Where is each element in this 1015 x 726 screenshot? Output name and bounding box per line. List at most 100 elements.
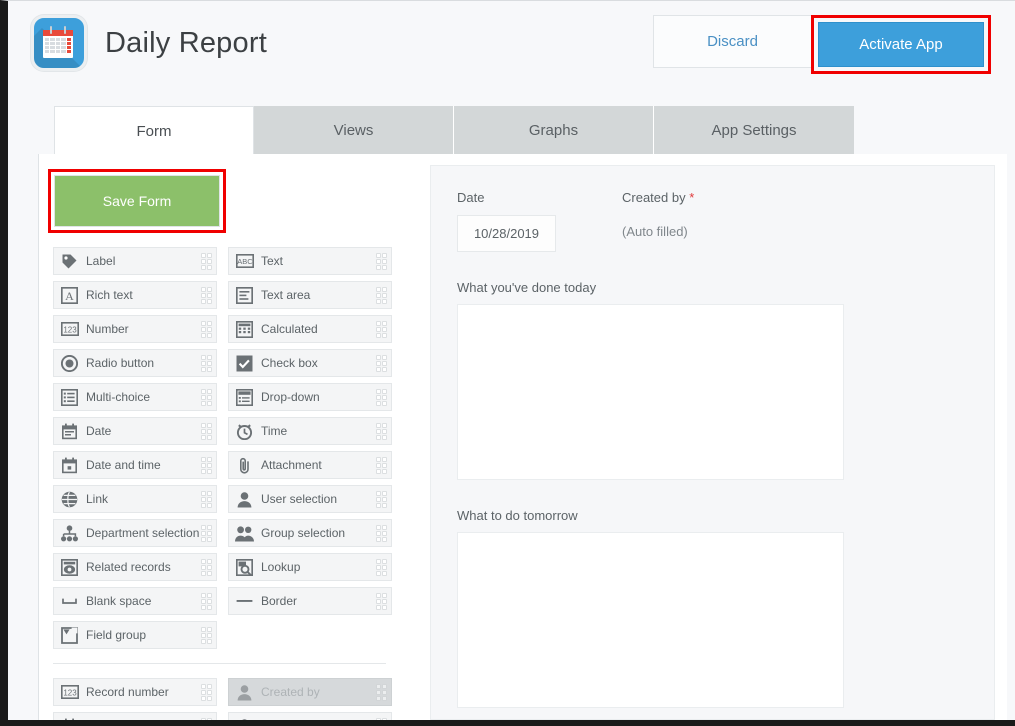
tab-app-settings[interactable]: App Settings [654, 106, 854, 154]
done-today-textarea[interactable] [457, 304, 844, 480]
drag-handle-icon[interactable] [374, 252, 387, 270]
drag-handle-icon[interactable] [374, 422, 387, 440]
tab-views[interactable]: Views [254, 106, 454, 154]
system-field-list: 123Record numberCreated byCreated dateti… [39, 678, 400, 726]
palette-field-label[interactable]: Label [53, 247, 217, 275]
palette-field-rich-text[interactable]: A Rich text [53, 281, 217, 309]
radio-icon [60, 354, 79, 373]
palette-field-date-and-time[interactable]: Date and time [53, 451, 217, 479]
drag-handle-icon[interactable] [374, 320, 387, 338]
drag-handle-icon[interactable] [374, 354, 387, 372]
palette-field-label: Rich text [86, 288, 199, 302]
letter-a-icon: A [60, 286, 79, 305]
discard-button[interactable]: Discard [653, 15, 812, 68]
drag-handle-icon[interactable] [199, 320, 212, 338]
dropdown-icon [235, 388, 254, 407]
palette-field-link[interactable]: Link [53, 485, 217, 513]
app-window: Daily Report Discard Activate App Form V… [0, 0, 1015, 726]
palette-field-label: Blank space [86, 594, 199, 608]
palette-field-related-records[interactable]: Related records [53, 553, 217, 581]
palette-field-check-box[interactable]: Check box [228, 349, 392, 377]
drag-handle-icon[interactable] [374, 717, 387, 726]
palette-field-updated-by[interactable]: Updated by [228, 712, 392, 726]
drag-handle-icon[interactable] [374, 286, 387, 304]
drag-handle-icon[interactable] [199, 558, 212, 576]
svg-text:ABC: ABC [237, 257, 253, 266]
created-by-value: (Auto filled) [622, 215, 694, 239]
drag-handle-icon[interactable] [374, 558, 387, 576]
save-form-button[interactable]: Save Form [54, 175, 220, 227]
eye-record-icon [60, 558, 79, 577]
palette-field-department-selection[interactable]: Department selection [53, 519, 217, 547]
list-icon [60, 388, 79, 407]
palette-field-label: Label [86, 254, 199, 268]
palette-field-group-selection[interactable]: Group selection [228, 519, 392, 547]
palette-field-field-group[interactable]: Field group [53, 621, 217, 649]
drag-handle-icon[interactable] [199, 626, 212, 644]
palette-field-label: Created datetime [86, 719, 199, 726]
palette-field-blank-space[interactable]: Blank space [53, 587, 217, 615]
drag-handle-icon[interactable] [199, 422, 212, 440]
clock-icon [235, 422, 254, 441]
palette-field-number[interactable]: 123Number [53, 315, 217, 343]
calendar-icon [60, 422, 79, 441]
horizontal-line-icon [235, 592, 254, 611]
svg-text:A: A [65, 289, 74, 303]
calendar-dot-icon [60, 717, 79, 726]
tomorrow-textarea[interactable] [457, 532, 844, 708]
drag-handle-icon[interactable] [199, 490, 212, 508]
palette-field-record-number[interactable]: 123Record number [53, 678, 217, 706]
drag-handle-icon[interactable] [374, 456, 387, 474]
svg-text:123: 123 [63, 325, 77, 334]
palette-field-lookup[interactable]: Lookup [228, 553, 392, 581]
drag-handle-icon[interactable] [199, 592, 212, 610]
palette-field-text[interactable]: ABCText [228, 247, 392, 275]
date-input[interactable]: 10/28/2019 [457, 215, 556, 252]
palette-field-calculated[interactable]: Calculated [228, 315, 392, 343]
drag-handle-icon[interactable] [374, 683, 387, 701]
drag-handle-icon[interactable] [199, 286, 212, 304]
drag-handle-icon[interactable] [199, 524, 212, 542]
tab-graphs[interactable]: Graphs [454, 106, 654, 154]
activate-app-button[interactable]: Activate App [818, 22, 984, 67]
drag-handle-icon[interactable] [374, 592, 387, 610]
palette-field-user-selection[interactable]: User selection [228, 485, 392, 513]
drag-handle-icon[interactable] [199, 683, 212, 701]
calendar-app-icon [31, 15, 87, 71]
palette-field-label: Multi-choice [86, 390, 199, 404]
palette-field-drop-down[interactable]: Drop-down [228, 383, 392, 411]
tab-form[interactable]: Form [54, 106, 254, 155]
palette-field-date[interactable]: Date [53, 417, 217, 445]
lines-icon [235, 286, 254, 305]
drag-handle-icon[interactable] [199, 456, 212, 474]
palette-field-label: Date [86, 424, 199, 438]
palette-field-label: Text area [261, 288, 374, 302]
drag-handle-icon[interactable] [199, 717, 212, 726]
drag-handle-icon[interactable] [199, 354, 212, 372]
drag-handle-icon[interactable] [199, 388, 212, 406]
drag-handle-icon[interactable] [374, 490, 387, 508]
palette-field-border[interactable]: Border [228, 587, 392, 615]
required-asterisk: * [689, 190, 694, 205]
palette-field-label: Attachment [261, 458, 374, 472]
palette-field-label: Record number [86, 685, 199, 699]
palette-field-time[interactable]: Time [228, 417, 392, 445]
drag-handle-icon[interactable] [374, 388, 387, 406]
created-by-label-text: Created by [622, 190, 686, 205]
palette-field-created-datetime[interactable]: Created datetime [53, 712, 217, 726]
org-chart-icon [60, 524, 79, 543]
calculator-icon [235, 320, 254, 339]
drag-handle-icon[interactable] [199, 252, 212, 270]
palette-field-label: Group selection [261, 526, 374, 540]
magnifier-box-icon [235, 558, 254, 577]
drag-handle-icon[interactable] [374, 524, 387, 542]
user-icon [235, 717, 254, 726]
palette-field-attachment[interactable]: Attachment [228, 451, 392, 479]
palette-field-multi-choice[interactable]: Multi-choice [53, 383, 217, 411]
date-field-block: Date 10/28/2019 [457, 190, 556, 252]
user-icon [235, 683, 254, 702]
palette-field-text-area[interactable]: Text area [228, 281, 392, 309]
palette-field-radio-button[interactable]: Radio button [53, 349, 217, 377]
form-canvas: Date 10/28/2019 Created by * (Auto fille… [400, 154, 1007, 720]
page-title: Daily Report [105, 27, 267, 60]
